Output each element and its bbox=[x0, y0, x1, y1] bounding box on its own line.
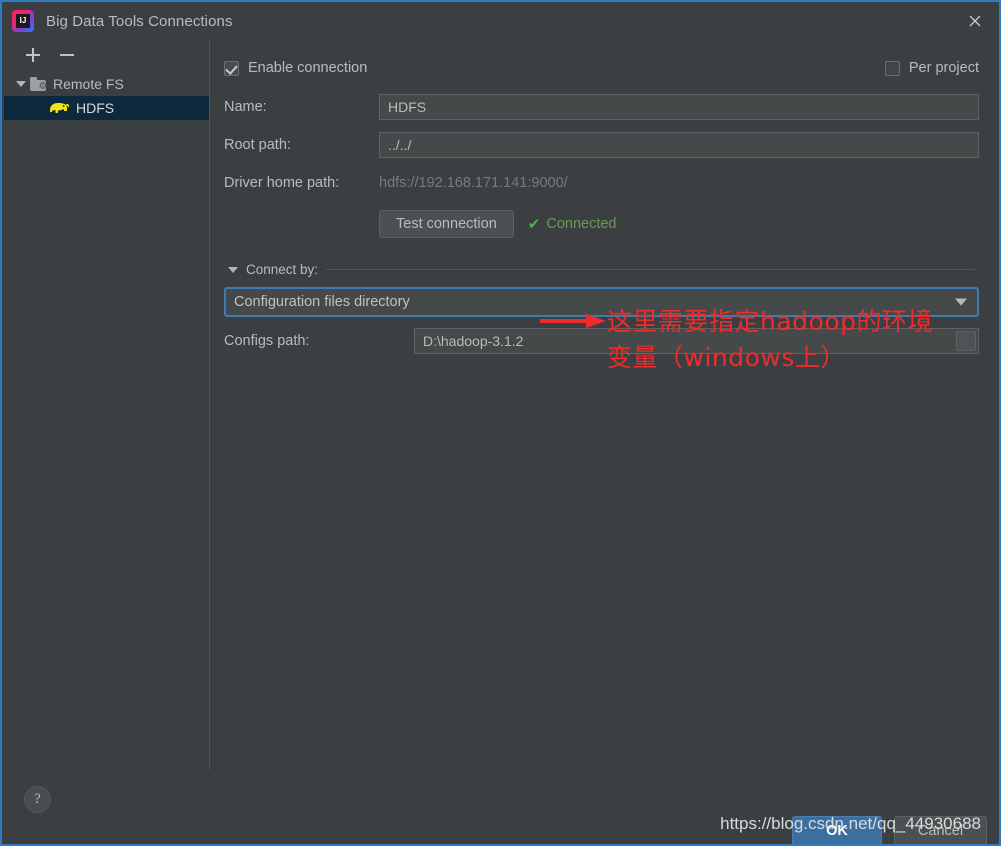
connect-by-label: Connect by: bbox=[246, 262, 319, 277]
test-connection-button[interactable]: Test connection bbox=[379, 210, 514, 238]
per-project-checkbox[interactable] bbox=[884, 60, 900, 76]
plus-icon[interactable] bbox=[24, 46, 42, 64]
enable-connection-row: Enable connection bbox=[224, 54, 979, 82]
hadoop-elephant-icon bbox=[48, 100, 70, 116]
name-input[interactable]: HDFS bbox=[379, 94, 979, 120]
chevron-down-icon[interactable] bbox=[955, 298, 967, 306]
help-question-icon[interactable]: ? bbox=[24, 786, 51, 813]
driver-home-path-label: Driver home path: bbox=[224, 175, 340, 191]
root-path-label: Root path: bbox=[224, 137, 291, 153]
tree-item-label: HDFS bbox=[76, 100, 115, 116]
connection-settings-panel: Enable connection Per project Name: HDFS… bbox=[210, 40, 997, 772]
folder-browse-icon[interactable] bbox=[956, 331, 976, 351]
connections-tree: ⚙ Remote FS HDFS bbox=[4, 72, 209, 120]
right-arrow-icon bbox=[540, 314, 606, 328]
chevron-down-icon[interactable] bbox=[228, 266, 238, 273]
configs-path-input[interactable]: D:\hadoop-3.1.2 bbox=[414, 328, 979, 354]
watermark: https://blog.csdn.net/qq_44930688 bbox=[720, 814, 981, 833]
tree-item-hdfs[interactable]: HDFS bbox=[4, 96, 209, 120]
minus-icon[interactable] bbox=[58, 46, 76, 64]
per-project-label: Per project bbox=[908, 60, 979, 76]
driver-home-path-value: hdfs://192.168.171.141:9000/ bbox=[379, 175, 568, 191]
tree-item-remote-fs[interactable]: ⚙ Remote FS bbox=[4, 72, 209, 96]
dialog-footer: ? OK Cancel https://blog.csdn.net/qq_449… bbox=[4, 770, 997, 844]
tree-item-label: Remote FS bbox=[53, 76, 124, 92]
root-path-row: Root path: ../../ bbox=[224, 132, 979, 158]
connect-by-selected-value: Configuration files directory bbox=[234, 294, 410, 310]
intellij-idea-icon bbox=[12, 10, 34, 32]
close-icon[interactable] bbox=[951, 2, 999, 40]
connection-status: ✔ Connected bbox=[528, 215, 617, 233]
section-separator bbox=[326, 269, 975, 270]
test-connection-row: Test connection ✔ Connected bbox=[224, 210, 979, 238]
enable-connection-label: Enable connection bbox=[248, 60, 368, 76]
folder-remote-fs-icon: ⚙ bbox=[30, 77, 47, 92]
per-project-row: Per project bbox=[884, 54, 979, 82]
dialog-window: Big Data Tools Connections ⚙ Rem bbox=[0, 0, 1001, 846]
connect-by-section-header[interactable]: Connect by: bbox=[224, 262, 979, 277]
configs-path-row: Configs path: D:\hadoop-3.1.2 bbox=[224, 328, 979, 354]
name-row: Name: HDFS bbox=[224, 94, 979, 120]
page-title: Big Data Tools Connections bbox=[46, 12, 233, 30]
configs-path-value: D:\hadoop-3.1.2 bbox=[423, 333, 524, 349]
check-icon: ✔ bbox=[527, 216, 541, 233]
enable-connection-checkbox[interactable] bbox=[224, 60, 239, 76]
connections-sidebar: ⚙ Remote FS HDFS bbox=[4, 40, 209, 772]
status-badge: Connected bbox=[546, 216, 617, 232]
title-bar: Big Data Tools Connections bbox=[2, 2, 999, 40]
name-label: Name: bbox=[224, 99, 267, 115]
configs-path-label: Configs path: bbox=[224, 333, 310, 349]
chevron-down-icon[interactable] bbox=[12, 81, 30, 87]
driver-home-path-row: Driver home path: hdfs://192.168.171.141… bbox=[224, 170, 979, 196]
root-path-input[interactable]: ../../ bbox=[379, 132, 979, 158]
sidebar-toolbar bbox=[4, 40, 209, 70]
